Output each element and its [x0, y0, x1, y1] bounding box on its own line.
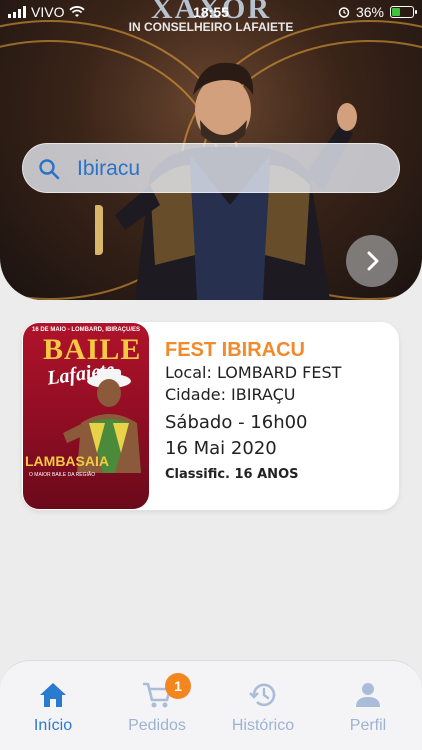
tab-label: Perfil: [349, 717, 387, 734]
home-icon: [40, 683, 66, 707]
tab-historico[interactable]: Histórico: [213, 679, 313, 735]
alarm-icon: [338, 7, 350, 18]
history-icon: [249, 683, 276, 707]
tab-label: Pedidos: [128, 717, 186, 734]
event-local: Local: LOMBARD FEST: [165, 363, 342, 382]
poster-small-text: O MAIOR BAILE DA REGIÃO: [29, 472, 96, 478]
battery-icon: [390, 6, 417, 18]
event-info: FEST IBIRACU Local: LOMBARD FEST Cidade:…: [165, 338, 393, 486]
tab-pedidos[interactable]: 1 Pedidos: [107, 673, 207, 735]
event-poster: 16 DE MAIO - LOMBARD, IBIRAÇU/ES BAILE L…: [23, 323, 149, 509]
event-city: Cidade: IBIRAÇU: [165, 385, 296, 404]
battery-percent: 36%: [355, 4, 384, 20]
tab-inicio[interactable]: Início: [3, 679, 103, 735]
poster-artist-name: LAMBASAIA: [25, 453, 109, 469]
search-bar[interactable]: [22, 143, 400, 193]
chevron-right-icon: [367, 251, 379, 271]
tab-bar: Início 1 Pedidos Histórico Perfil: [0, 660, 422, 750]
tab-perfil[interactable]: Perfil: [318, 679, 418, 735]
cart-badge: 1: [165, 673, 191, 699]
search-input[interactable]: [77, 152, 377, 186]
status-bar: VIVO 18:55 36%: [0, 0, 422, 24]
search-icon: [39, 159, 60, 180]
next-button[interactable]: [346, 235, 398, 287]
tab-label: Início: [33, 717, 73, 734]
poster-artist-image: [63, 369, 141, 473]
event-day-time: Sábado - 16h00: [165, 412, 308, 433]
event-card[interactable]: 16 DE MAIO - LOMBARD, IBIRAÇU/ES BAILE L…: [22, 322, 399, 510]
event-title: FEST IBIRACU: [165, 339, 305, 361]
person-icon: [356, 683, 380, 707]
event-date: 16 Mai 2020: [165, 438, 277, 459]
tab-label: Histórico: [231, 717, 295, 734]
event-classification: Classific. 16 ANOS: [165, 467, 299, 482]
